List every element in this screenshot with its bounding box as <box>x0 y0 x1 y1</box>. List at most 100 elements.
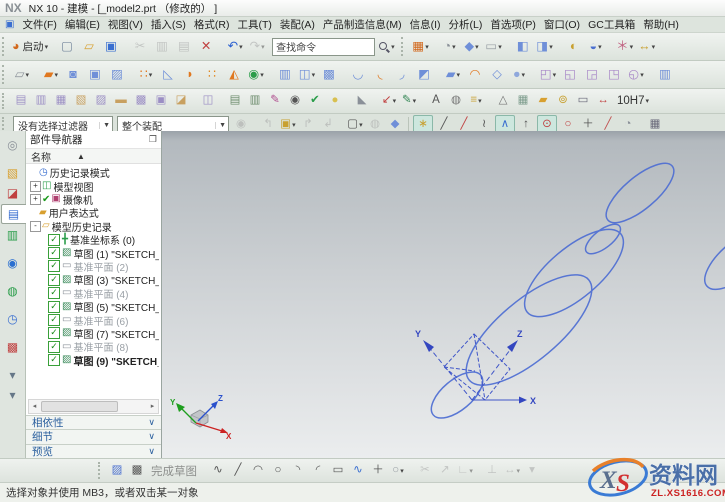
menu-item[interactable]: 格式(R) <box>190 17 234 32</box>
start-button[interactable]: ◕启动▾ <box>12 37 48 57</box>
toolbar-drag-handle[interactable] <box>2 93 8 110</box>
toolbar-drag-handle[interactable] <box>2 37 8 56</box>
hd3d-tools-button[interactable]: ◉ <box>2 254 23 272</box>
finish-flag-button[interactable]: ▩ <box>128 462 146 480</box>
unite-button[interactable]: ◰▾ <box>538 65 558 85</box>
checkbox-checked-icon[interactable]: ✓ <box>48 341 60 353</box>
part-navigator-button[interactable]: ▤ <box>1 204 26 224</box>
gc-toolbox-button[interactable]: ◪ <box>172 92 190 110</box>
preview-section[interactable]: 预览∨ <box>26 444 161 459</box>
gc-toolbox-button[interactable]: ▨ <box>92 92 110 110</box>
roles-button[interactable]: ▩ <box>2 338 23 356</box>
menu-item[interactable]: 产品制造信息(M) <box>319 17 406 32</box>
checkbox-checked-icon[interactable]: ✓ <box>48 274 60 286</box>
weld-assistant-button[interactable]: ◣ <box>353 92 371 110</box>
patch-button[interactable]: ◟ <box>370 65 390 85</box>
four-point-surface-button[interactable]: ◇ <box>487 65 507 85</box>
rectangle-button[interactable]: ▭ <box>329 462 347 480</box>
dependencies-section[interactable]: 相依性∨ <box>26 415 161 430</box>
graphics-window[interactable]: X Z Y Y Z X <box>162 131 725 458</box>
groove-button[interactable]: ▥ <box>655 65 675 85</box>
toolbar-drag-handle[interactable] <box>98 462 104 478</box>
tree-item[interactable]: ✓▭基准平面 (4) <box>26 287 161 300</box>
menu-item[interactable]: 信息(I) <box>406 17 445 32</box>
tree-item[interactable]: ✓▨草图 (3) "SKETCH_( <box>26 273 161 286</box>
expand-icon[interactable]: + <box>30 181 41 192</box>
checkbox-checked-icon[interactable]: ✓ <box>48 354 60 366</box>
window-layout-button[interactable]: ▦▾ <box>411 37 431 57</box>
through-curves-button[interactable]: ▥ <box>275 65 295 85</box>
sew-button[interactable]: ◞ <box>392 65 412 85</box>
tree-item[interactable]: ✓▭基准平面 (8) <box>26 340 161 353</box>
tree-item[interactable]: ✓▨草图 (5) "SKETCH_( <box>26 300 161 313</box>
menu-item[interactable]: 工具(T) <box>233 17 275 32</box>
command-finder-dropdown-icon[interactable]: ▾ <box>391 43 395 51</box>
section-surface-button[interactable]: ◩ <box>414 65 434 85</box>
annotation-pen-button[interactable]: ✎ <box>266 92 284 110</box>
arc-two-point-button[interactable]: ◝ <box>289 462 307 480</box>
pmi-button[interactable]: ◉▾ <box>246 65 266 85</box>
swept-button[interactable]: ◫▾ <box>297 65 317 85</box>
open-button[interactable]: ▱ <box>79 37 99 57</box>
menu-item[interactable]: 分析(L) <box>445 17 487 32</box>
delete-button[interactable]: ✕ <box>196 37 216 57</box>
intersect-button[interactable]: ◲ <box>582 65 602 85</box>
shaded-view-button[interactable]: ◆▾ <box>462 37 482 57</box>
menu-item[interactable]: 装配(A) <box>276 17 319 32</box>
menu-item[interactable]: 帮助(H) <box>639 17 683 32</box>
menu-item[interactable]: 文件(F) <box>18 17 60 32</box>
arc-button[interactable]: ◠ <box>249 462 267 480</box>
circle-button[interactable]: ○ <box>269 462 287 480</box>
sketch-button[interactable]: ▱▾ <box>12 65 32 85</box>
subtract-button[interactable]: ◱ <box>560 65 580 85</box>
search-icon[interactable] <box>377 40 391 54</box>
gc-toolbox-button[interactable]: ▩ <box>132 92 150 110</box>
wireframe-sphere-button[interactable]: ◍ <box>447 92 465 110</box>
menu-item[interactable]: 首选项(P) <box>486 17 540 32</box>
ellipse-button[interactable]: ○▾ <box>389 462 407 480</box>
tree-item[interactable]: ▰用户表达式 <box>26 206 161 219</box>
offset-surface-button[interactable]: ◡ <box>348 65 368 85</box>
undock-panel-icon[interactable]: ❐ <box>149 134 157 145</box>
tree-item[interactable]: +◫模型视图 <box>26 179 161 192</box>
assembly-navigator-button[interactable]: ▧ <box>2 164 23 182</box>
reuse-library-button[interactable]: ▥ <box>2 226 23 244</box>
profile-button[interactable]: ∿ <box>209 462 227 480</box>
datum-axes-button[interactable]: ↙▾ <box>380 92 398 110</box>
show-hide-button[interactable]: ◒▾ <box>586 37 606 57</box>
toolbar-drag-handle[interactable] <box>2 65 8 84</box>
pattern-feature-button[interactable]: ∷▾ <box>136 65 156 85</box>
mirror-feature-button[interactable]: ◭ <box>224 65 244 85</box>
boss-button[interactable]: ▣ <box>85 65 105 85</box>
menu-item[interactable]: 视图(V) <box>104 17 147 32</box>
collapse-icon[interactable]: - <box>30 221 41 232</box>
menu-item[interactable]: GC工具箱 <box>584 17 639 32</box>
checkbox-checked-icon[interactable]: ✓ <box>48 260 60 272</box>
trim-body-button[interactable]: ◳ <box>604 65 624 85</box>
measure-distance-button[interactable]: ↔▾ <box>637 37 657 57</box>
undo-button[interactable]: ↶▾ <box>225 37 245 57</box>
toolbar-drag-handle[interactable] <box>401 37 407 56</box>
sphere-tool-button[interactable]: ● <box>326 92 344 110</box>
gc-toolbox-button[interactable]: ▬ <box>112 92 130 110</box>
tolerance-10h7-icon[interactable]: 10H7▾ <box>614 92 652 110</box>
constraint-navigator-button[interactable]: ◪ <box>2 184 23 202</box>
folder-new-button[interactable]: ▰ <box>534 92 552 110</box>
tree-item[interactable]: ✓▭基准平面 (6) <box>26 313 161 326</box>
point-button[interactable]: ＋ <box>369 462 387 480</box>
studio-spline-button[interactable]: ∿ <box>349 462 367 480</box>
history-button[interactable]: ◷ <box>2 310 23 328</box>
triangle-tool-button[interactable]: △ <box>494 92 512 110</box>
move-face-button[interactable]: ◧ <box>513 37 533 57</box>
tree-item[interactable]: ✓▨草图 (9) "SKETCH_ <box>26 353 161 366</box>
spreadsheet-button[interactable]: ▦ <box>514 92 532 110</box>
scrollbar-thumb[interactable] <box>41 401 118 412</box>
tree-item[interactable]: +✔▣摄像机 <box>26 193 161 206</box>
tree-item[interactable]: -▱模型历史记录 <box>26 220 161 233</box>
expand-icon[interactable]: + <box>30 194 41 205</box>
text-tool-button[interactable]: A <box>427 92 445 110</box>
checkbox-checked-icon[interactable]: ✓ <box>48 247 60 259</box>
thicken-button[interactable]: ▩ <box>319 65 339 85</box>
menu-item[interactable]: 窗口(O) <box>540 17 584 32</box>
resource-options-button[interactable]: ◎ <box>2 136 23 154</box>
